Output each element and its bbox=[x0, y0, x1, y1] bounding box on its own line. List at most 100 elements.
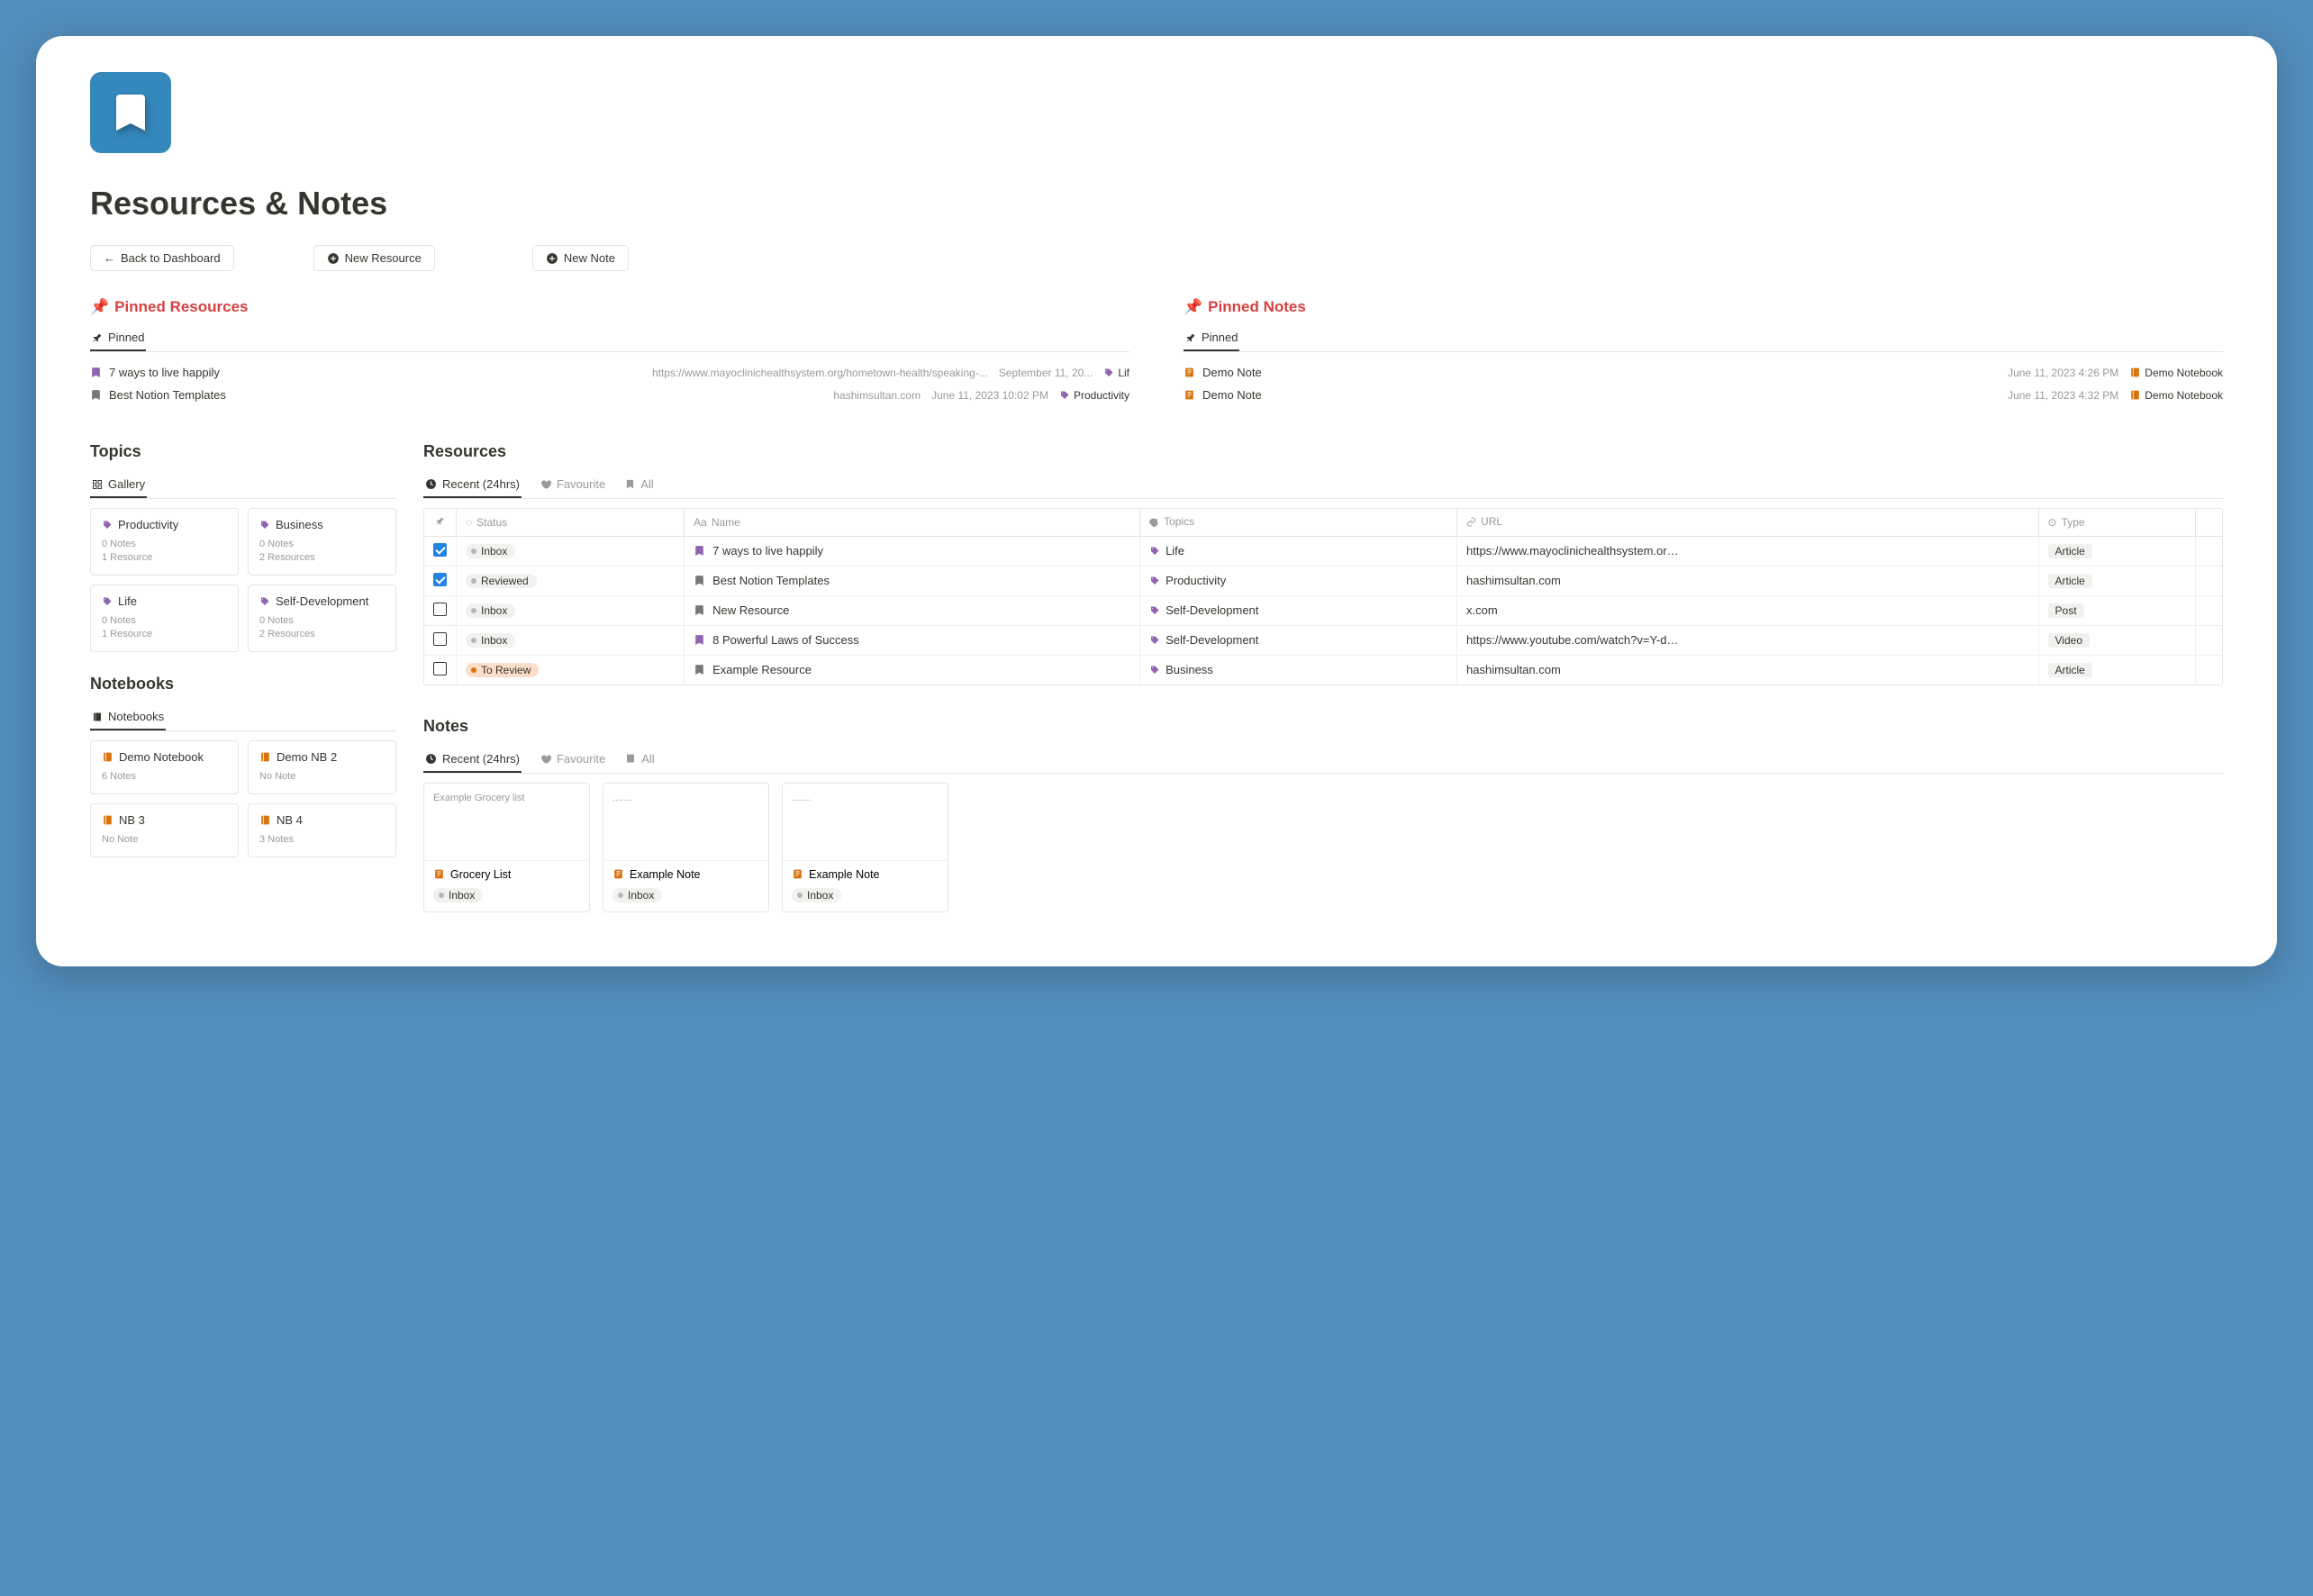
table-row[interactable]: Inbox 8 Powerful Laws of Success Self-De… bbox=[424, 625, 2222, 655]
new-note-button[interactable]: New Note bbox=[532, 245, 629, 271]
note-preview: ....... bbox=[603, 784, 768, 860]
topic-name: Self-Development bbox=[1166, 633, 1258, 647]
status-icon: ◌ bbox=[466, 516, 472, 529]
note-card[interactable]: Example Grocery list Grocery List Inbox bbox=[423, 783, 590, 912]
pin-checkbox[interactable] bbox=[433, 662, 447, 676]
back-to-dashboard-button[interactable]: ← Back to Dashboard bbox=[90, 245, 234, 271]
note-preview: ....... bbox=[783, 784, 948, 860]
resources-table: ◌Status AaName Topics URL ⊙Type Inbox 7 … bbox=[424, 509, 2222, 685]
tab-label: Recent (24hrs) bbox=[442, 752, 520, 766]
topic-notes-count: 0 Notes bbox=[102, 615, 227, 626]
notebook-card[interactable]: NB 3 No Note bbox=[90, 803, 239, 857]
bookmark-icon bbox=[90, 389, 102, 401]
note-title: Grocery List bbox=[450, 868, 511, 881]
tab-pinned[interactable]: Pinned bbox=[90, 325, 146, 351]
bookmark-icon bbox=[694, 664, 705, 676]
col-url: URL bbox=[1457, 509, 2038, 536]
bookmark-icon bbox=[694, 575, 705, 586]
pinned-resource-row[interactable]: 7 ways to live happily https://www.mayoc… bbox=[90, 361, 1129, 384]
topics-title: Topics bbox=[90, 442, 396, 461]
tab-recent[interactable]: Recent (24hrs) bbox=[423, 747, 522, 773]
tab-all[interactable]: All bbox=[623, 472, 655, 498]
tab-label: All bbox=[641, 752, 654, 766]
tag-icon bbox=[1149, 605, 1160, 616]
note-card[interactable]: ....... Example Note Inbox bbox=[603, 783, 769, 912]
note-date: June 11, 2023 4:26 PM bbox=[2008, 367, 2118, 379]
note-title: Demo Note bbox=[1202, 366, 1262, 379]
note-icon bbox=[1184, 367, 1195, 378]
topic-resources-count: 2 Resources bbox=[259, 552, 385, 563]
note-title: Example Note bbox=[630, 868, 701, 881]
tab-gallery[interactable]: Gallery bbox=[90, 472, 147, 498]
new-resource-button[interactable]: New Resource bbox=[313, 245, 435, 271]
notebook-icon bbox=[92, 712, 103, 722]
topic-card[interactable]: Life 0 Notes 1 Resource bbox=[90, 585, 239, 652]
pin-icon: 📌 bbox=[1184, 298, 1202, 316]
notebook-icon bbox=[259, 751, 271, 763]
table-row[interactable]: Inbox 7 ways to live happily Life https:… bbox=[424, 536, 2222, 566]
topic-card[interactable]: Productivity 0 Notes 1 Resource bbox=[90, 508, 239, 576]
clock-icon bbox=[425, 753, 437, 765]
type-badge: Article bbox=[2048, 544, 2092, 558]
status-badge: To Review bbox=[466, 663, 539, 677]
notebook-icon bbox=[102, 814, 113, 826]
pin-checkbox[interactable] bbox=[433, 603, 447, 616]
notebook-card[interactable]: NB 4 3 Notes bbox=[248, 803, 396, 857]
table-row[interactable]: Reviewed Best Notion Templates Productiv… bbox=[424, 566, 2222, 595]
notebook-card[interactable]: Demo NB 2 No Note bbox=[248, 740, 396, 794]
tab-favourite[interactable]: Favourite bbox=[538, 747, 607, 773]
button-label: New Note bbox=[564, 251, 615, 265]
status-badge: Reviewed bbox=[466, 574, 537, 588]
pin-checkbox[interactable] bbox=[433, 573, 447, 586]
topic-name: Productivity bbox=[118, 518, 178, 531]
topic-card[interactable]: Business 0 Notes 2 Resources bbox=[248, 508, 396, 576]
bookmark-icon bbox=[625, 479, 635, 489]
pinned-note-row[interactable]: Demo Note June 11, 2023 4:26 PM Demo Not… bbox=[1184, 361, 2223, 384]
table-row[interactable]: Inbox New Resource Self-Development x.co… bbox=[424, 595, 2222, 625]
topic-notes-count: 0 Notes bbox=[102, 539, 227, 549]
tab-pinned[interactable]: Pinned bbox=[1184, 325, 1239, 351]
tab-all[interactable]: All bbox=[623, 747, 656, 773]
tab-favourite[interactable]: Favourite bbox=[538, 472, 607, 498]
pinned-note-row[interactable]: Demo Note June 11, 2023 4:32 PM Demo Not… bbox=[1184, 384, 2223, 406]
tag-icon bbox=[1149, 546, 1160, 557]
tag-icon bbox=[259, 520, 270, 530]
tab-notebooks[interactable]: Notebooks bbox=[90, 704, 166, 730]
type-badge: Video bbox=[2048, 633, 2090, 648]
note-icon bbox=[1184, 389, 1195, 401]
tag-icon bbox=[1149, 517, 1159, 527]
pin-checkbox[interactable] bbox=[433, 632, 447, 646]
status-badge: Inbox bbox=[466, 633, 515, 648]
tag-icon bbox=[102, 520, 113, 530]
notebook-meta: No Note bbox=[102, 834, 227, 845]
note-card[interactable]: ....... Example Note Inbox bbox=[782, 783, 948, 912]
resource-name: Best Notion Templates bbox=[712, 574, 830, 587]
resource-url: https://www.mayoclinichealthsystem.org/h… bbox=[1466, 544, 1683, 558]
note-icon bbox=[792, 868, 803, 880]
topic-card[interactable]: Self-Development 0 Notes 2 Resources bbox=[248, 585, 396, 652]
bookmark-icon bbox=[694, 634, 705, 646]
resource-name: 7 ways to live happily bbox=[712, 544, 823, 558]
button-label: New Resource bbox=[345, 251, 422, 265]
resource-name: New Resource bbox=[712, 603, 789, 617]
pinned-resource-row[interactable]: Best Notion Templates hashimsultan.com J… bbox=[90, 384, 1129, 406]
type-badge: Article bbox=[2048, 574, 2092, 588]
topic-resources-count: 1 Resource bbox=[102, 552, 227, 563]
section-title: Pinned Resources bbox=[114, 298, 248, 316]
topic-name: Life bbox=[118, 594, 137, 608]
table-row[interactable]: To Review Example Resource Business hash… bbox=[424, 655, 2222, 685]
resource-title: 7 ways to live happily bbox=[109, 366, 220, 379]
tab-label: Favourite bbox=[557, 477, 605, 491]
tab-recent[interactable]: Recent (24hrs) bbox=[423, 472, 522, 498]
tag-icon bbox=[1149, 635, 1160, 646]
notebook-name: Demo Notebook bbox=[119, 750, 204, 764]
pin-checkbox[interactable] bbox=[433, 543, 447, 557]
type-badge: Post bbox=[2048, 603, 2084, 618]
status-badge: Inbox bbox=[612, 888, 662, 902]
notebook-card[interactable]: Demo Notebook 6 Notes bbox=[90, 740, 239, 794]
pin-icon bbox=[1185, 332, 1196, 343]
tab-label: Notebooks bbox=[108, 710, 164, 723]
pin-icon: 📌 bbox=[90, 298, 109, 316]
notebook-name: NB 4 bbox=[277, 813, 303, 827]
button-label: Back to Dashboard bbox=[121, 251, 221, 265]
